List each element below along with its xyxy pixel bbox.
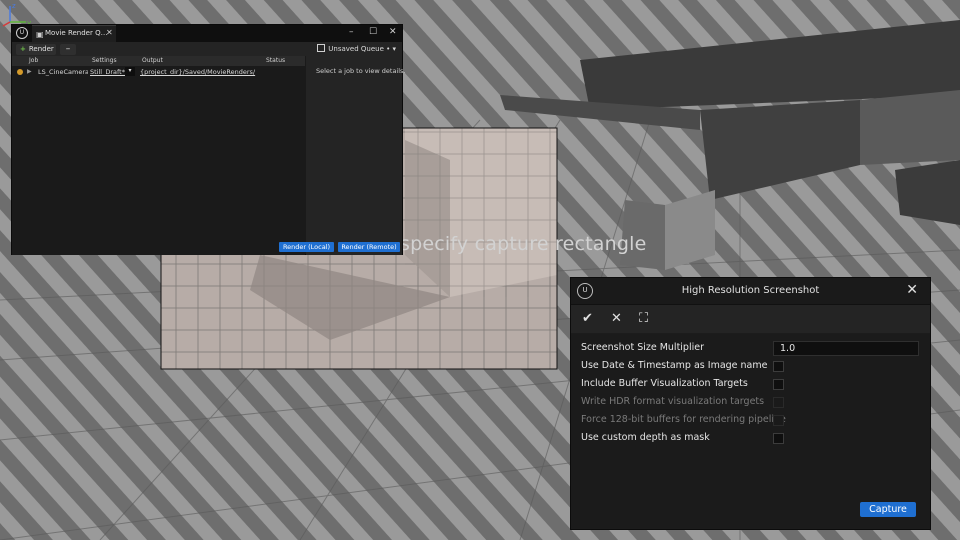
include-buffer-vis-label: Include Buffer Visualization Targets [581, 378, 748, 389]
job-status-dot-icon [17, 69, 23, 75]
mrq-toolbar: + Render – Unsaved Queue • ▾ [12, 42, 402, 56]
job-list-header: Job Settings Output Status [12, 56, 305, 66]
include-buffer-vis-checkbox[interactable] [773, 379, 784, 390]
unreal-logo-icon: U [16, 27, 28, 39]
job-output-link[interactable]: {project_dir}/Saved/MovieRenders/ [140, 68, 255, 76]
column-header-settings[interactable]: Settings [92, 57, 117, 64]
high-resolution-screenshot-dialog: U High Resolution Screenshot ✕ ✔ ✕ ⛶ Scr… [570, 277, 931, 530]
render-remote-button[interactable]: Render (Remote) [338, 242, 400, 252]
hrs-toolbar: ✔ ✕ ⛶ [571, 305, 930, 333]
chevron-down-icon: ▾ [392, 45, 396, 53]
remove-job-button[interactable]: – [60, 44, 76, 55]
hrs-titlebar[interactable]: U High Resolution Screenshot ✕ [571, 278, 930, 305]
clapperboard-icon: ▣ [36, 30, 44, 39]
fullscreen-icon[interactable]: ⛶ [639, 311, 648, 326]
svg-text:z: z [12, 2, 16, 10]
job-row[interactable]: ▶ LS_CineCameraA Still_Draft* ▾ {project… [12, 67, 305, 78]
job-name: LS_CineCameraA [38, 68, 88, 76]
save-icon [317, 44, 326, 52]
capture-rectangle-hint: specify capture rectangle [400, 233, 647, 255]
custom-depth-mask-label: Use custom depth as mask [581, 432, 710, 443]
size-multiplier-input[interactable]: 1.0 [773, 341, 919, 356]
write-hdr-label: Write HDR format visualization targets [581, 396, 765, 407]
add-render-button[interactable]: + Render [16, 44, 56, 55]
queue-menu-label: Unsaved Queue • [328, 45, 391, 53]
tab-title: Movie Render Q… [45, 29, 108, 37]
details-hint: Select a job to view details. [316, 67, 406, 75]
check-icon[interactable]: ✔ [582, 311, 593, 326]
use-date-timestamp-checkbox[interactable] [773, 361, 784, 372]
write-hdr-checkbox [773, 397, 784, 408]
capture-button[interactable]: Capture [860, 502, 916, 517]
render-local-button[interactable]: Render (Local) [279, 242, 334, 252]
job-settings-link[interactable]: Still_Draft* [90, 68, 125, 76]
column-header-job[interactable]: Job [29, 57, 38, 64]
force-128bit-label: Force 128-bit buffers for rendering pipe… [581, 414, 786, 425]
use-date-timestamp-label: Use Date & Timestamp as Image name [581, 360, 768, 371]
job-list: Job Settings Output Status ▶ LS_CineCame… [12, 56, 305, 255]
tab-close-icon[interactable]: ✕ [106, 28, 113, 37]
screenshot-settings: Screenshot Size Multiplier 1.0 Use Date … [571, 334, 930, 528]
queue-menu-button[interactable]: Unsaved Queue • ▾ [317, 44, 396, 53]
render-button-label: Render [28, 45, 54, 53]
expand-arrow-icon[interactable]: ▶ [27, 68, 32, 75]
plus-icon: + [20, 45, 26, 53]
cross-icon[interactable]: ✕ [611, 311, 622, 326]
close-icon[interactable]: ✕ [906, 282, 918, 298]
column-header-status[interactable]: Status [266, 57, 285, 64]
maximize-button[interactable]: ☐ [369, 27, 377, 37]
dialog-title: High Resolution Screenshot [681, 285, 820, 296]
size-multiplier-label: Screenshot Size Multiplier [581, 342, 704, 353]
tab-movie-render-queue[interactable]: ▣ Movie Render Q… ✕ [32, 25, 116, 42]
custom-depth-mask-checkbox[interactable] [773, 433, 784, 444]
force-128bit-checkbox [773, 415, 784, 426]
movie-render-queue-window: U ▣ Movie Render Q… ✕ – ☐ ✕ + Render – Un… [11, 24, 406, 255]
close-window-button[interactable]: ✕ [389, 27, 397, 37]
minimize-button[interactable]: – [349, 27, 354, 37]
mrq-titlebar[interactable]: U ▣ Movie Render Q… ✕ – ☐ ✕ [12, 25, 402, 42]
job-details-panel: Select a job to view details. [306, 56, 406, 255]
settings-dropdown-icon[interactable]: ▾ [125, 67, 135, 76]
column-header-output[interactable]: Output [142, 57, 163, 64]
